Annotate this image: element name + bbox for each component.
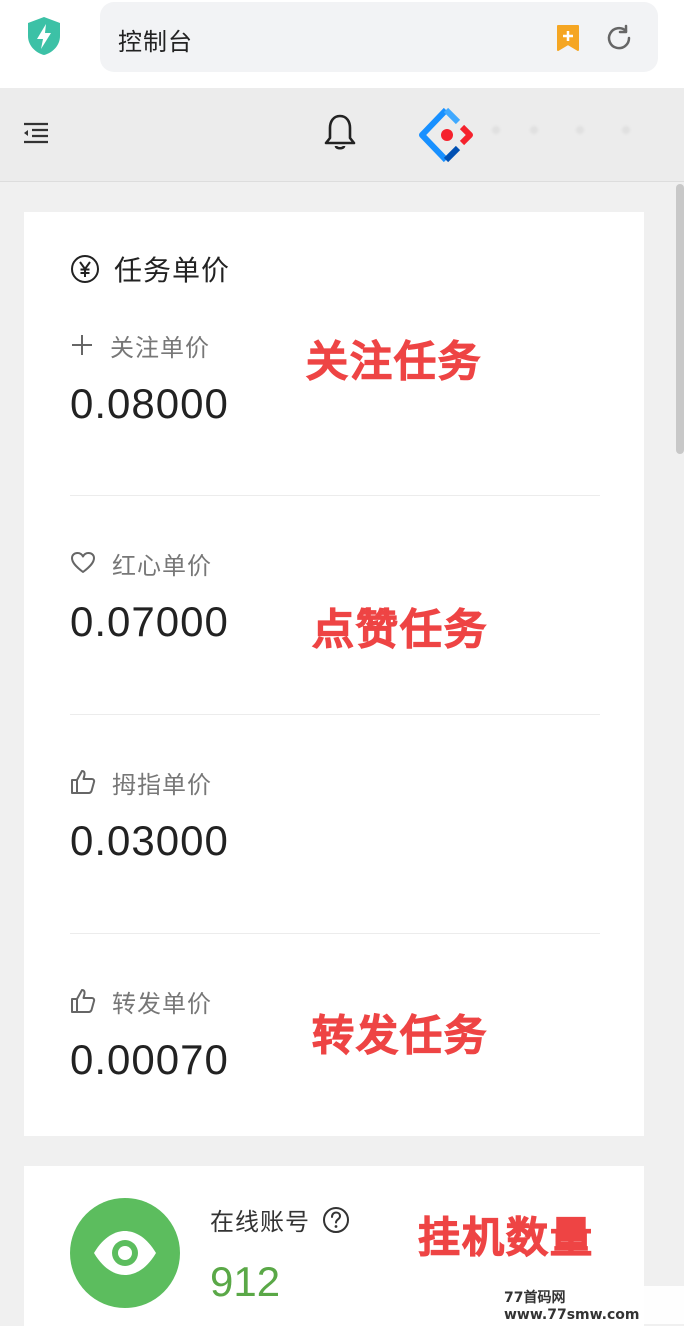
- item-label: 拇指单价: [112, 770, 212, 799]
- annotation-share: 转发任务: [311, 1011, 489, 1061]
- online-accounts-label: 在线账号: [210, 1208, 310, 1236]
- bookmark-add-icon[interactable]: [555, 24, 581, 52]
- card-title: 任务单价: [114, 254, 231, 287]
- item-label: 红心单价: [112, 551, 212, 580]
- annotation-like: 点赞任务: [311, 605, 489, 655]
- username-blurred: [492, 126, 642, 140]
- reload-icon[interactable]: [604, 23, 634, 53]
- scrollbar[interactable]: [676, 184, 684, 454]
- address-bar[interactable]: 控制台: [100, 2, 658, 72]
- plus-icon: [72, 335, 92, 355]
- app-header: [0, 88, 684, 182]
- thumbs-up-icon: [71, 770, 96, 794]
- divider: [70, 495, 600, 496]
- shield-icon[interactable]: [26, 16, 62, 56]
- question-circle-icon[interactable]: [322, 1206, 350, 1234]
- divider: [70, 933, 600, 934]
- online-label-row: 在线账号: [210, 1202, 350, 1237]
- task-price-card: 任务单价 关注单价 0.08000 关注任务 红心单价 0.07000 点赞任务: [24, 212, 644, 1136]
- annotation-online: 挂机数量: [417, 1213, 595, 1263]
- eye-icon: [94, 1231, 156, 1275]
- heart-icon: [71, 552, 95, 573]
- ant-design-logo[interactable]: [418, 106, 478, 164]
- yen-circle-icon: [71, 255, 99, 283]
- card-header: 任务单价: [70, 252, 231, 287]
- price-item-thumb: 拇指单价 0.03000: [70, 765, 600, 865]
- annotation-follow: 关注任务: [305, 337, 483, 387]
- eye-badge: [70, 1198, 180, 1308]
- item-label: 转发单价: [112, 989, 212, 1018]
- online-accounts-value: 912: [210, 1258, 281, 1305]
- item-label: 关注单价: [110, 333, 210, 362]
- menu-fold-icon[interactable]: [22, 120, 50, 146]
- divider: [70, 714, 600, 715]
- notification-bell-icon[interactable]: [322, 112, 358, 152]
- watermark: 77首码网 www.77smw.com: [500, 1286, 684, 1324]
- thumbs-up-icon: [71, 989, 96, 1013]
- browser-bar: 控制台: [0, 0, 684, 88]
- address-text: 控制台: [118, 28, 193, 56]
- item-value: 0.03000: [70, 817, 229, 864]
